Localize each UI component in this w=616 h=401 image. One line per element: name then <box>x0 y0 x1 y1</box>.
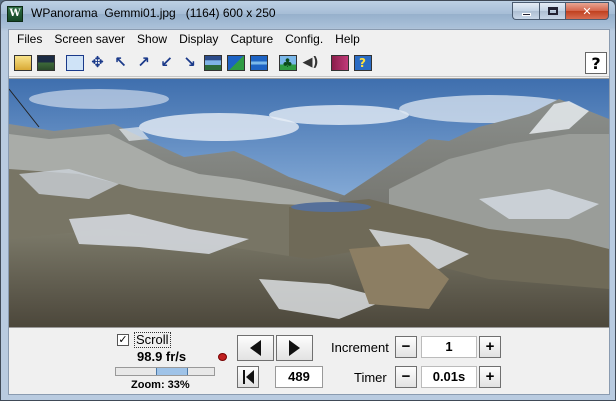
menu-config[interactable]: Config. <box>279 30 329 49</box>
skip-to-start-icon <box>242 370 254 384</box>
timer-label: Timer <box>354 370 387 385</box>
toolbar: ✥ ↖ ↗ ↙ ↘ ♣ ◀) ? ? <box>9 49 609 77</box>
toolbar-picture-button[interactable] <box>34 51 57 74</box>
scroll-left-button[interactable] <box>237 335 274 361</box>
scroll-checkbox[interactable]: ✓ <box>117 334 129 346</box>
close-icon: ✕ <box>582 4 592 18</box>
toolbar-tree-button[interactable]: ♣ <box>276 51 299 74</box>
toolbar-down-right-button[interactable]: ↘ <box>178 51 201 74</box>
scroll-label[interactable]: Scroll <box>134 332 171 348</box>
increment-plus-button[interactable]: + <box>479 336 501 358</box>
first-frame-button[interactable] <box>237 366 259 388</box>
toolbar-help-book-button[interactable]: ? <box>351 51 374 74</box>
context-help-button[interactable]: ? <box>585 52 607 74</box>
menu-display[interactable]: Display <box>173 30 224 49</box>
toolbar-open-button[interactable] <box>11 51 34 74</box>
menu-bar: Files Screen saver Show Display Capture … <box>9 30 609 49</box>
arrow-up-left-icon: ↖ <box>114 53 127 71</box>
speaker-icon: ◀) <box>302 55 319 70</box>
minimize-button[interactable] <box>512 2 539 20</box>
scroll-right-button[interactable] <box>276 335 313 361</box>
toolbar-fit-button[interactable] <box>63 51 86 74</box>
increment-label: Increment <box>331 340 389 355</box>
panorama-wide-icon <box>249 54 268 71</box>
close-button[interactable]: ✕ <box>565 2 609 20</box>
menu-help[interactable]: Help <box>329 30 366 49</box>
window-fit-icon <box>65 54 84 71</box>
toolbar-wide-button[interactable] <box>247 51 270 74</box>
menu-capture[interactable]: Capture <box>224 30 279 49</box>
toolbar-down-left-button[interactable]: ↙ <box>155 51 178 74</box>
arrow-right-icon <box>289 340 300 356</box>
panorama-image <box>9 79 609 327</box>
speed-readout: 98.9 fr/s <box>137 349 187 364</box>
toolbar-up-right-button[interactable]: ↗ <box>132 51 155 74</box>
menu-files[interactable]: Files <box>11 30 48 49</box>
landscape-icon <box>226 54 245 71</box>
help-book-icon: ? <box>353 54 372 71</box>
panorama-view[interactable] <box>9 78 609 328</box>
zoom-slider-fill[interactable] <box>156 368 188 375</box>
increment-value-field[interactable]: 1 <box>421 336 477 358</box>
maximize-icon <box>547 7 558 15</box>
app-icon[interactable]: W <box>7 6 23 22</box>
zoom-label: Zoom: 33% <box>131 379 190 391</box>
arrow-down-right-icon: ↘ <box>183 53 196 71</box>
panorama-strip-icon <box>203 54 222 71</box>
app-window: W WPanorama Gemmi01.jpg (1164) 600 x 250… <box>0 0 616 401</box>
record-icon[interactable] <box>218 353 227 361</box>
arrow-left-icon <box>250 340 261 356</box>
move-all-directions-icon: ✥ <box>91 53 104 71</box>
timer-value-field[interactable]: 0.01s <box>421 366 477 388</box>
title-bar[interactable]: W WPanorama Gemmi01.jpg (1164) 600 x 250… <box>1 1 615 27</box>
window-controls: ✕ <box>512 2 609 20</box>
toolbar-landscape-button[interactable] <box>224 51 247 74</box>
timer-plus-button[interactable]: + <box>479 366 501 388</box>
picture-icon <box>36 54 55 71</box>
menu-show[interactable]: Show <box>131 30 173 49</box>
minimize-icon <box>521 13 531 16</box>
arrow-up-right-icon: ↗ <box>137 53 150 71</box>
client-area: Files Screen saver Show Display Capture … <box>8 29 610 395</box>
toolbar-up-left-button[interactable]: ↖ <box>109 51 132 74</box>
tree-icon: ♣ <box>278 54 297 71</box>
toolbar-strip-button[interactable] <box>201 51 224 74</box>
check-mark-icon: ✓ <box>118 334 128 346</box>
book-icon <box>330 54 349 71</box>
zoom-slider[interactable] <box>115 367 215 376</box>
arrow-down-left-icon: ↙ <box>160 53 173 71</box>
position-field[interactable]: 489 <box>275 366 323 388</box>
controls-panel: ✓ Scroll 98.9 fr/s Zoom: 33% 489 Increme… <box>9 328 609 394</box>
toolbar-move-button[interactable]: ✥ <box>86 51 109 74</box>
window-title: WPanorama Gemmi01.jpg (1164) 600 x 250 <box>31 6 276 20</box>
toolbar-book-button[interactable] <box>328 51 351 74</box>
toolbar-sound-button[interactable]: ◀) <box>299 51 322 74</box>
increment-minus-button[interactable]: − <box>395 336 417 358</box>
timer-minus-button[interactable]: − <box>395 366 417 388</box>
maximize-button[interactable] <box>539 2 565 20</box>
menu-screen-saver[interactable]: Screen saver <box>48 30 131 49</box>
open-file-icon <box>13 54 32 71</box>
